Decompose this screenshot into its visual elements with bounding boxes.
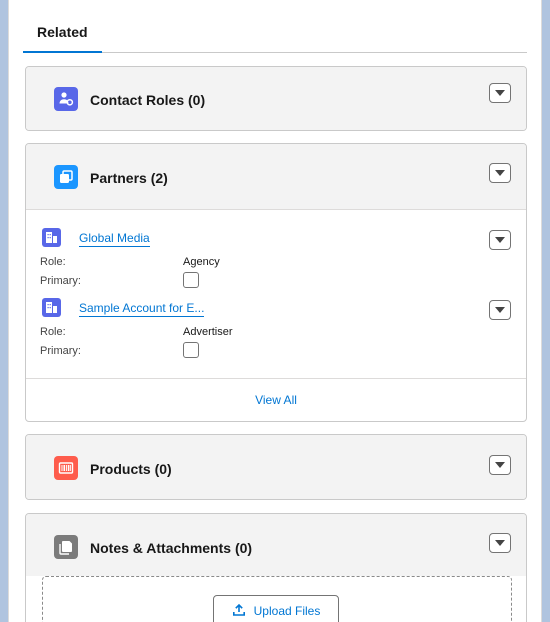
partners-menu-button[interactable]: [489, 163, 511, 183]
chevron-down-icon: [495, 90, 505, 96]
account-icon: [42, 298, 61, 317]
primary-checkbox: [183, 272, 199, 288]
role-value: Agency: [183, 256, 220, 268]
view-all-link[interactable]: View All: [255, 393, 297, 407]
role-label: Role:: [40, 326, 66, 338]
partners-icon: [54, 165, 78, 189]
chevron-down-icon: [495, 462, 505, 468]
products-header: Products (0): [26, 435, 526, 499]
contact-roles-header: Contact Roles (0): [26, 67, 526, 130]
partner-row-menu-button[interactable]: [489, 230, 511, 250]
partners-title[interactable]: Partners (2): [90, 170, 168, 186]
partners-card: Partners (2) Global Media Role: Agency P…: [25, 143, 527, 422]
primary-checkbox: [183, 342, 199, 358]
contact-roles-title[interactable]: Contact Roles (0): [90, 92, 205, 108]
primary-label: Primary:: [40, 275, 81, 287]
notes-attachments-header: Notes & Attachments (0): [26, 514, 526, 576]
file-dropzone[interactable]: Upload Files: [42, 576, 512, 622]
partner-item: Sample Account for E... Role: Advertiser…: [40, 298, 520, 370]
contact-roles-menu-button[interactable]: [489, 83, 511, 103]
products-title[interactable]: Products (0): [90, 461, 172, 477]
partners-header: Partners (2): [26, 144, 526, 210]
related-panel: Related Contact Roles (0) Partners (2) G…: [8, 0, 542, 622]
partner-account-link[interactable]: Sample Account for E...: [79, 301, 205, 317]
products-icon: [54, 456, 78, 480]
notes-attachments-menu-button[interactable]: [489, 533, 511, 553]
upload-icon: [232, 603, 246, 620]
tab-bar: Related: [23, 14, 527, 53]
chevron-down-icon: [495, 237, 505, 243]
role-label: Role:: [40, 256, 66, 268]
primary-label: Primary:: [40, 345, 81, 357]
notes-attachments-title[interactable]: Notes & Attachments (0): [90, 540, 252, 556]
notes-attachments-card: Notes & Attachments (0) Upload Files: [25, 513, 527, 622]
partner-account-link[interactable]: Global Media: [79, 231, 150, 247]
contact-roles-icon: [54, 87, 78, 111]
account-icon: [42, 228, 61, 247]
notes-attachments-icon: [54, 535, 78, 559]
tab-related[interactable]: Related: [23, 14, 102, 53]
contact-roles-card: Contact Roles (0): [25, 66, 527, 131]
products-menu-button[interactable]: [489, 455, 511, 475]
partner-row-menu-button[interactable]: [489, 300, 511, 320]
role-value: Advertiser: [183, 326, 233, 338]
upload-files-button[interactable]: Upload Files: [213, 595, 339, 622]
chevron-down-icon: [495, 307, 505, 313]
chevron-down-icon: [495, 540, 505, 546]
upload-files-label: Upload Files: [253, 604, 321, 618]
products-card: Products (0): [25, 434, 527, 500]
partner-item: Global Media Role: Agency Primary:: [40, 228, 520, 300]
partners-footer: View All: [26, 378, 526, 421]
chevron-down-icon: [495, 170, 505, 176]
